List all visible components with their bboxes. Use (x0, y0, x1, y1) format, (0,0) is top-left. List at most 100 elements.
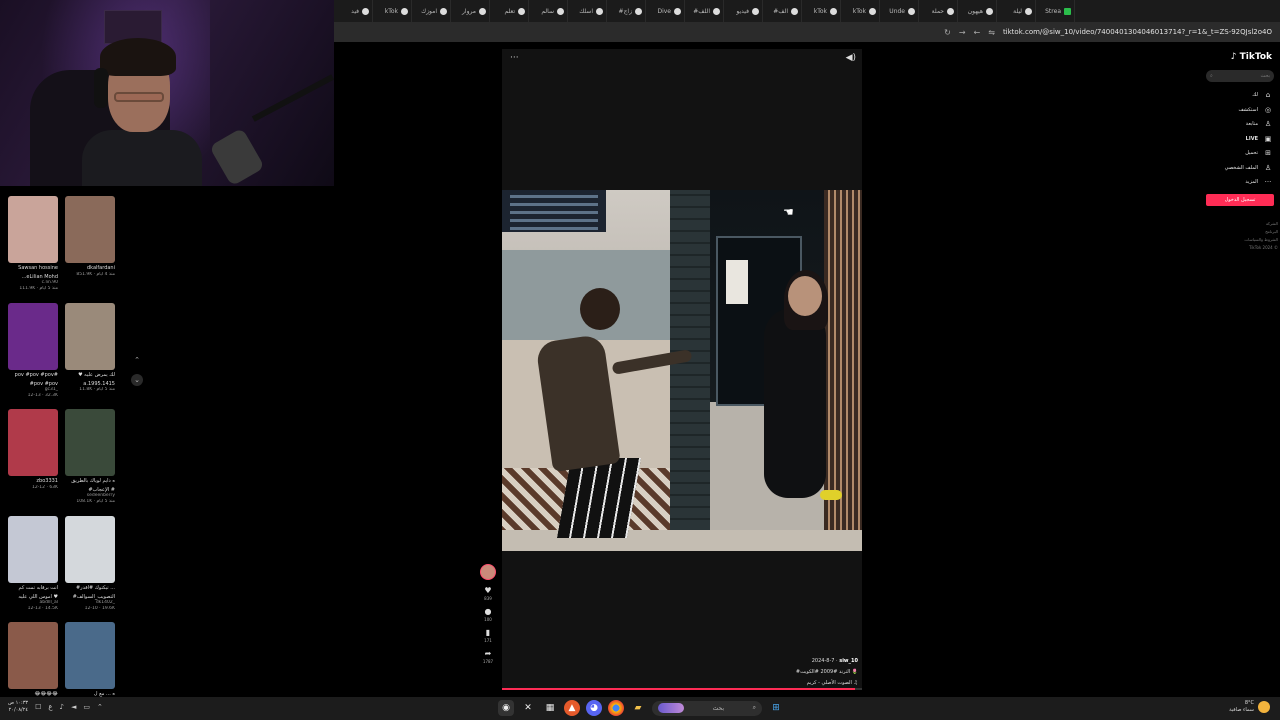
speaker-icon[interactable]: ◀) (846, 53, 856, 63)
video-thumbnail[interactable] (8, 622, 58, 689)
nav-item[interactable]: تحميل ⊞ (1225, 146, 1272, 161)
browser-tab[interactable]: حملة (919, 0, 958, 22)
video-card[interactable]: ♥ لك يمرض عليه a.1995.1415 11.8K · منذ 5 أ… (65, 303, 115, 399)
browser-tab[interactable]: kTok (802, 0, 841, 22)
browser-tab[interactable]: #الف (763, 0, 802, 22)
weather-widget[interactable]: 8°C سماء صافية (1229, 700, 1270, 714)
footer-link[interactable]: الشركة (1244, 220, 1278, 228)
browser-tab[interactable]: فيديو (724, 0, 763, 22)
author-name[interactable]: siw_10 (839, 658, 858, 664)
login-button[interactable]: تسجيل الدخول (1206, 194, 1274, 206)
nav-item-label: تحميل (1245, 150, 1258, 157)
network-icon[interactable]: ▭ (83, 703, 90, 711)
video-thumbnail[interactable] (8, 516, 58, 583)
back-icon[interactable]: ← (974, 28, 981, 37)
mic-icon[interactable]: ♪ (60, 703, 64, 711)
save-action[interactable]: ▮ 171 (479, 628, 497, 644)
browser-tab[interactable]: سالم (529, 0, 568, 22)
nav-item[interactable]: استكشف ◎ (1225, 103, 1272, 118)
scroll-up-button[interactable]: ⌃ (131, 354, 143, 366)
video-card[interactable]: Sawsan hossine ...eLilian Mohd c.lin.90 111… (8, 196, 58, 292)
browser-tab[interactable]: Unde (880, 0, 919, 22)
discord-icon[interactable]: ◕ (586, 700, 602, 716)
forward-icon[interactable]: → (959, 28, 966, 37)
browser-tab[interactable]: اموزك (412, 0, 451, 22)
url-text[interactable]: tiktok.com/@siw_10/video/740040130404601… (1003, 28, 1272, 36)
browser-tab-label: Strea (1045, 7, 1061, 15)
browser-tab[interactable]: مروار (451, 0, 490, 22)
brave-icon[interactable]: ▲ (564, 700, 580, 716)
nav-item[interactable]: LIVE ▣ (1225, 132, 1272, 147)
browser-tab[interactable]: فيد (334, 0, 373, 22)
video-frame[interactable] (502, 190, 862, 551)
video-card[interactable]: zbo3331 12-12 · 63K (8, 409, 58, 505)
video-thumbnail[interactable] (65, 622, 115, 689)
like-action[interactable]: ♥ 839 (479, 586, 497, 602)
video-thumbnail[interactable] (8, 303, 58, 370)
video-thumbnail[interactable] (65, 516, 115, 583)
file-explorer-icon[interactable]: ▰ (630, 700, 646, 716)
browser-tab[interactable]: kTok (373, 0, 412, 22)
save-icon[interactable]: ▮ (479, 628, 497, 638)
notification-icon[interactable]: ☐ (35, 703, 41, 711)
browser-tab[interactable]: تعلم (490, 0, 529, 22)
tab-favicon-icon (1064, 7, 1071, 15)
tiktok-search-input[interactable]: ⌕ بحث (1206, 70, 1274, 82)
person-woman-shoe (820, 490, 842, 500)
clock[interactable]: ١٠:٣٣ ص ٢٠/٠٨/٢٤ (8, 700, 28, 714)
video-card[interactable]: #تيكتوك #أقدر ... #التصويب_السوالف dk1402_… (65, 516, 115, 612)
comment-action[interactable]: ● 100 (479, 607, 497, 623)
chrome-icon[interactable] (608, 700, 624, 716)
footer-link[interactable]: الشروط والسياسات (1244, 236, 1278, 244)
share-action[interactable]: ➦ 1787 (479, 649, 497, 665)
tray-expand-icon[interactable]: ⌃ (97, 703, 103, 711)
capcut-icon[interactable]: ✕ (520, 700, 536, 716)
like-icon[interactable]: ♥ (479, 586, 497, 596)
obs-icon[interactable]: ◉ (498, 700, 514, 716)
browser-tab[interactable]: #زاج (607, 0, 646, 22)
share-icon[interactable]: ➦ (479, 649, 497, 659)
video-card[interactable]: ه دايم لوياك بالطريق #الإعجاب # sedeenberr… (65, 409, 115, 505)
reload-icon[interactable]: ↻ (944, 28, 951, 37)
browser-tab[interactable]: ليلة (997, 0, 1036, 22)
language-icon[interactable]: ع (48, 703, 52, 711)
footer-link[interactable]: TikTok 2024 © (1244, 244, 1278, 252)
nav-item[interactable]: المزيد ··· (1225, 175, 1272, 190)
comment-icon[interactable]: ● (479, 607, 497, 617)
browser-tab[interactable]: Strea (1036, 0, 1075, 22)
nav-item[interactable]: لك ⌂ (1225, 88, 1272, 103)
video-thumbnail[interactable] (65, 196, 115, 263)
nav-item[interactable]: الملف الشخصي ♙ (1225, 161, 1272, 176)
video-card[interactable]: pov #pov #pov# #pov #pov gc31_ 12-13 · 32.3… (8, 303, 58, 399)
video-card[interactable]: ه ... مع ل (65, 622, 115, 698)
video-thumbnail[interactable] (8, 196, 58, 263)
browser-tab[interactable]: Dive (646, 0, 685, 22)
app-icon[interactable]: ▦ (542, 700, 558, 716)
taskbar-search[interactable]: بحث ⌕ (652, 700, 762, 716)
video-card[interactable]: 😂😂😂😂 (8, 622, 58, 698)
volume-icon[interactable]: ◄ (71, 703, 76, 711)
video-card[interactable]: dkalfardani 851.9K · منذ 4 أيام (65, 196, 115, 292)
address-bar[interactable]: ↻ → ← ⇋ tiktok.com/@siw_10/video/7400401… (334, 22, 1280, 42)
nav-item-label: LIVE (1245, 135, 1258, 142)
more-options-icon[interactable]: ··· (510, 53, 519, 63)
video-thumbnail[interactable] (65, 409, 115, 476)
video-thumbnail[interactable] (8, 409, 58, 476)
browser-tab[interactable]: #اللف (685, 0, 724, 22)
browser-tab[interactable]: اسلك (568, 0, 607, 22)
video-card[interactable]: انت برقابه تمت كم اموس اللي عليه ♥ abdlll_… (8, 516, 58, 612)
video-progress-bar[interactable] (502, 688, 862, 690)
browser-tab[interactable]: هيهون (958, 0, 997, 22)
browser-tab[interactable]: kTok (841, 0, 880, 22)
site-settings-icon[interactable]: ⇋ (988, 28, 995, 37)
tiktok-logo[interactable]: ♪ TikTok (1231, 52, 1272, 62)
creator-avatar[interactable] (480, 564, 496, 580)
scroll-down-button[interactable]: ⌄ (131, 374, 143, 386)
footer-link[interactable]: البرنامج (1244, 228, 1278, 236)
nav-item[interactable]: متابعة ♙ (1225, 117, 1272, 132)
browser-tab-label: فيد (351, 7, 359, 15)
video-thumbnail[interactable] (65, 303, 115, 370)
author-line[interactable]: 2024-8-7 · siw_10 (796, 656, 858, 667)
video-player[interactable]: ··· ◀) (502, 49, 862, 690)
windows-start-icon[interactable]: ⊞ (768, 700, 784, 716)
